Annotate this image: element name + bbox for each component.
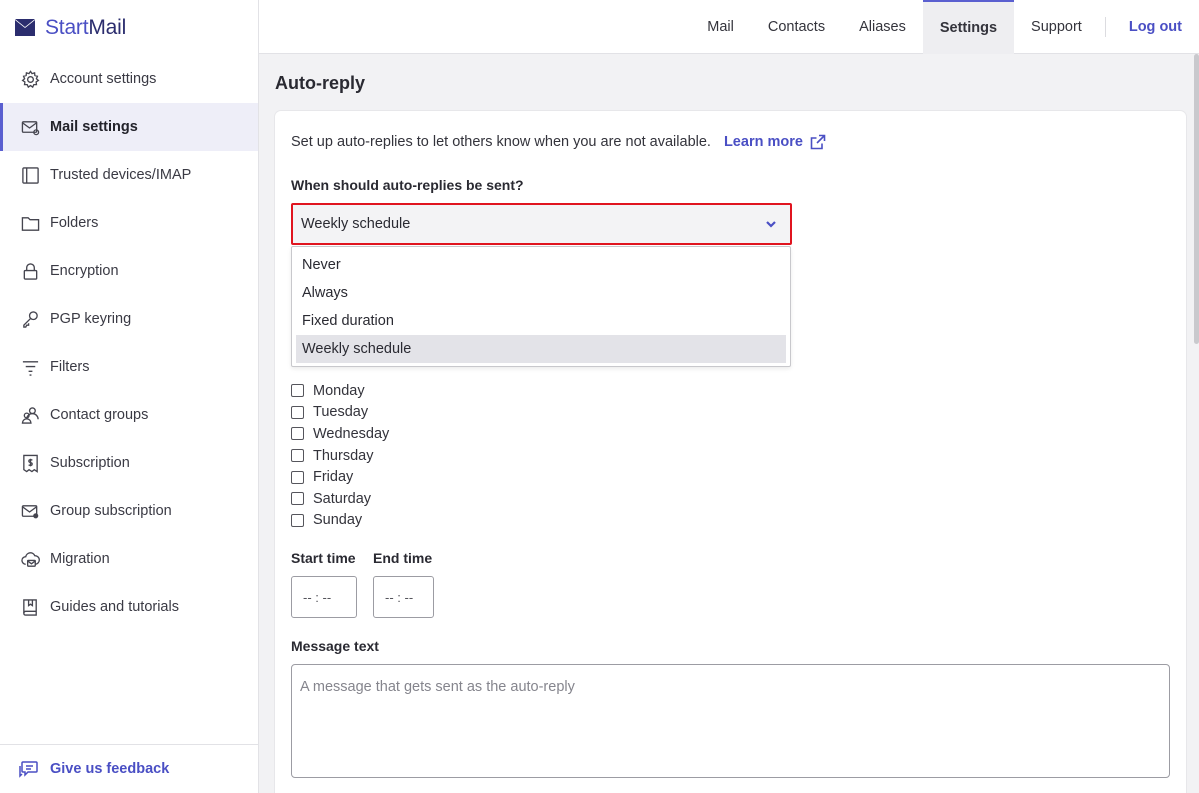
sidebar-item-label: PGP keyring (50, 311, 132, 327)
sidebar-item-filters[interactable]: Filters (0, 343, 258, 391)
sidebar-item-pgp-keyring[interactable]: PGP keyring (0, 295, 258, 343)
day-label: Wednesday (313, 425, 390, 442)
day-label: Monday (313, 382, 365, 399)
message-text-label: Message text (291, 638, 379, 654)
start-time-input[interactable]: -- : -- (291, 576, 357, 618)
sidebar-item-label: Migration (50, 551, 110, 567)
end-time-input[interactable]: -- : -- (373, 576, 434, 618)
day-thursday: Thursday (291, 445, 389, 467)
tab-contacts[interactable]: Contacts (751, 0, 842, 54)
sidebar-item-label: Trusted devices/IMAP (50, 167, 192, 183)
external-link-icon (810, 134, 826, 150)
option-always[interactable]: Always (296, 279, 786, 307)
brand-name: StartMail (45, 16, 127, 39)
option-never[interactable]: Never (296, 251, 786, 279)
tab-aliases[interactable]: Aliases (842, 0, 923, 54)
top-bar: Mail Contacts Aliases Settings Support L… (259, 0, 1199, 54)
sidebar-item-label: Group subscription (50, 503, 172, 519)
cloud-migration-icon (20, 549, 40, 569)
filter-icon (20, 357, 40, 377)
startmail-logo[interactable]: StartMail (14, 14, 126, 42)
sidebar-item-folders[interactable]: Folders (0, 199, 258, 247)
tuesday-checkbox[interactable] (291, 405, 304, 419)
option-weekly-schedule[interactable]: Weekly schedule (296, 335, 786, 363)
give-feedback-button[interactable]: Give us feedback (0, 744, 258, 793)
message-textarea[interactable] (291, 664, 1170, 778)
sidebar-item-label: Guides and tutorials (50, 599, 179, 615)
subscription-icon (20, 453, 40, 473)
sidebar-item-mail-settings[interactable]: Mail settings (0, 103, 258, 151)
sidebar-item-label: Encryption (50, 263, 119, 279)
day-saturday: Saturday (291, 488, 389, 510)
sunday-checkbox[interactable] (291, 513, 304, 527)
saturday-checkbox[interactable] (291, 492, 304, 506)
day-sunday: Sunday (291, 510, 389, 532)
nav-divider (1104, 17, 1106, 37)
sidebar-item-group-subscription[interactable]: Group subscription (0, 487, 258, 535)
auto-reply-mode-select[interactable]: Weekly schedule (291, 203, 792, 245)
end-time-label: End time (373, 550, 433, 566)
sidebar-item-label: Subscription (50, 455, 130, 471)
tab-mail[interactable]: Mail (690, 0, 751, 54)
day-monday: Monday (291, 380, 389, 402)
sidebar-item-label: Folders (50, 215, 99, 231)
day-label: Saturday (313, 490, 372, 507)
tab-settings[interactable]: Settings (922, 0, 1015, 54)
gear-icon (20, 69, 40, 89)
intro-text-row: Set up auto-replies to let others know w… (291, 134, 826, 150)
book-icon (20, 597, 40, 617)
sidebar-item-account-settings[interactable]: Account settings (0, 55, 258, 103)
lock-icon (20, 261, 40, 281)
mail-logo-icon (15, 19, 35, 36)
logout-link[interactable]: Log out (1112, 0, 1187, 54)
sidebar: StartMail Account settings Mail settings… (0, 0, 259, 793)
friday-checkbox[interactable] (291, 470, 304, 484)
key-icon (20, 309, 40, 329)
day-tuesday: Tuesday (291, 402, 389, 424)
day-friday: Friday (291, 466, 389, 488)
sidebar-item-trusted-devices[interactable]: Trusted devices/IMAP (0, 151, 258, 199)
option-fixed-duration[interactable]: Fixed duration (296, 307, 786, 335)
tab-support[interactable]: Support (1014, 0, 1099, 54)
day-label: Sunday (313, 512, 363, 529)
sidebar-item-migration[interactable]: Migration (0, 535, 258, 583)
auto-reply-mode-options: Never Always Fixed duration Weekly sched… (291, 246, 791, 367)
day-wednesday: Wednesday (291, 423, 389, 445)
sidebar-item-contact-groups[interactable]: Contact groups (0, 391, 258, 439)
page-scrollbar[interactable] (1194, 54, 1199, 344)
start-time-label: Start time (291, 550, 356, 566)
day-label: Friday (313, 469, 354, 486)
learn-more-link[interactable]: Learn more (724, 134, 826, 150)
sidebar-item-label: Account settings (50, 71, 157, 87)
weekday-checkboxes: Monday Tuesday Wednesday Thursday Friday… (291, 380, 389, 531)
feedback-icon (19, 761, 38, 778)
day-label: Tuesday (313, 404, 369, 421)
contact-groups-icon (20, 405, 40, 425)
settings-nav: Account settings Mail settings Trusted d… (0, 55, 258, 631)
monday-checkbox[interactable] (291, 384, 304, 398)
when-label: When should auto-replies be sent? (291, 177, 524, 193)
folder-icon (20, 213, 40, 233)
sidebar-item-label: Mail settings (50, 119, 138, 135)
intro-text: Set up auto-replies to let others know w… (291, 134, 711, 150)
select-value: Weekly schedule (301, 216, 411, 232)
page-title: Auto-reply (275, 73, 365, 93)
group-subscription-icon (20, 501, 40, 521)
day-label: Thursday (313, 447, 374, 464)
chevron-down-icon (764, 217, 778, 231)
top-nav: Mail Contacts Aliases Settings Support L… (690, 0, 1187, 54)
sidebar-item-label: Filters (50, 359, 90, 375)
learn-more-label: Learn more (723, 134, 803, 150)
sidebar-item-guides[interactable]: Guides and tutorials (0, 583, 258, 631)
feedback-label: Give us feedback (50, 761, 170, 777)
sidebar-item-label: Contact groups (50, 407, 149, 423)
wednesday-checkbox[interactable] (291, 427, 304, 441)
devices-icon (20, 165, 40, 185)
sidebar-item-subscription[interactable]: Subscription (0, 439, 258, 487)
sidebar-item-encryption[interactable]: Encryption (0, 247, 258, 295)
mail-settings-icon (20, 117, 40, 137)
thursday-checkbox[interactable] (291, 449, 304, 463)
